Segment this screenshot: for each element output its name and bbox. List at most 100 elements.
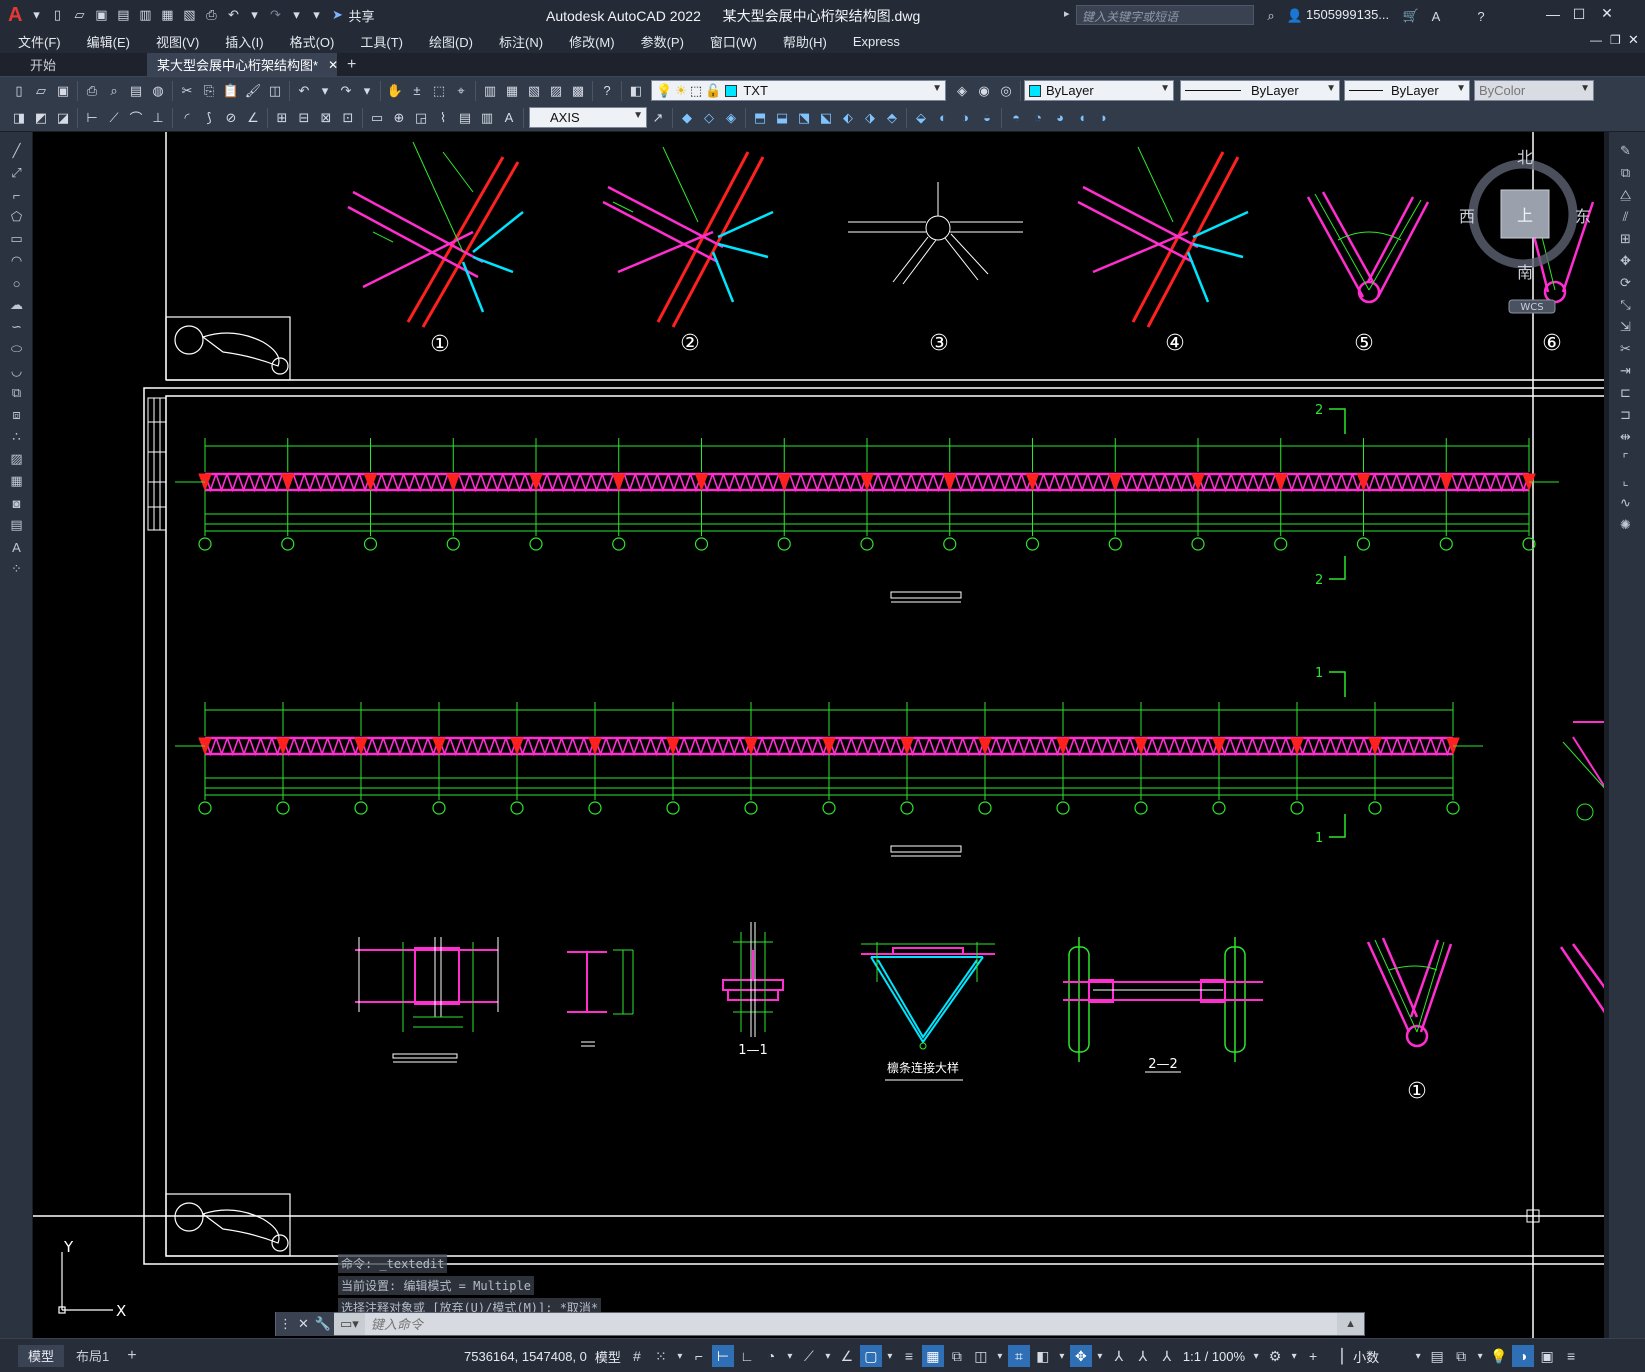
workspace-gear-icon[interactable]: ⚙ — [1264, 1345, 1286, 1367]
annotation-visibility-icon[interactable]: ⅄ — [1108, 1345, 1130, 1367]
help-icon[interactable]: ? — [1471, 6, 1491, 26]
union-icon[interactable]: ⬗ — [860, 108, 880, 128]
viewcube[interactable] — [1468, 159, 1578, 314]
user-name[interactable]: 1505999135... — [1306, 7, 1389, 22]
dim-style-icon[interactable]: ◨ — [9, 108, 29, 128]
slice-icon[interactable]: ◐ — [933, 108, 953, 128]
3d-osnap-chevron-icon[interactable]: ▾ — [994, 1345, 1006, 1367]
autocad-logo-icon[interactable]: A — [8, 4, 22, 27]
matchprop-icon[interactable]: 🖌 — [243, 81, 263, 101]
command-line-customize-icon[interactable]: 🔧 — [315, 1316, 331, 1332]
dim-arc-icon[interactable]: ⌒ — [126, 108, 146, 128]
isodraft-icon[interactable]: ⟋ — [798, 1345, 820, 1367]
paste-icon[interactable]: 📋 — [221, 81, 241, 101]
new-file-icon[interactable]: ▯ — [47, 5, 67, 25]
dim-continue-icon[interactable]: ⊠ — [316, 108, 336, 128]
minimize-icon[interactable]: — — [1540, 6, 1566, 22]
dim-ordinate-icon[interactable]: ⊥ — [148, 108, 168, 128]
object-snap-tracking-icon[interactable]: ∠ — [836, 1345, 858, 1367]
clean-screen-icon[interactable]: ▣ — [1536, 1345, 1558, 1367]
redo-tb-chevron-icon[interactable]: ▾ — [358, 81, 376, 101]
camera-icon[interactable]: ◖ — [1072, 108, 1092, 128]
loft-icon[interactable]: ⬖ — [838, 108, 858, 128]
new-layout-plus-icon[interactable]: + — [121, 1347, 142, 1365]
make-current-icon[interactable]: ◈ — [952, 81, 972, 101]
lineweight-dropdown[interactable]: ByLayer ▼ — [1344, 80, 1470, 101]
snap-chevron-icon[interactable]: ▾ — [674, 1345, 686, 1367]
pan-icon[interactable]: ✋ — [385, 81, 405, 101]
jog-line-icon[interactable]: ⌇ — [433, 108, 453, 128]
dim-radius-icon[interactable]: ◜ — [177, 108, 197, 128]
undo-tb-icon[interactable]: ↶ — [294, 81, 314, 101]
stretch-icon[interactable]: ⇲ — [1609, 316, 1642, 338]
selection-filter-icon[interactable]: ◧ — [1032, 1345, 1054, 1367]
box-icon[interactable]: ◆ — [677, 108, 697, 128]
zoom-realtime-icon[interactable]: ± — [407, 81, 427, 101]
graphics-performance-icon[interactable]: ◑ — [1512, 1345, 1535, 1367]
snap-icon[interactable]: ⁙ — [650, 1345, 672, 1367]
dim-update-icon[interactable]: ◩ — [31, 108, 51, 128]
dim-style-manager-icon[interactable]: ↗ — [648, 108, 668, 128]
app-menu-chevron-icon[interactable]: ▾ — [27, 5, 45, 25]
annotation-scale-readout[interactable]: 1:1 / 100% — [1179, 1349, 1249, 1364]
plot-icon[interactable]: ⎙ — [82, 81, 102, 101]
menu-format[interactable]: 格式(O) — [277, 32, 348, 51]
workspace-chevron-icon[interactable]: ▾ — [1288, 1345, 1300, 1367]
trim-icon[interactable]: ✂ — [1609, 338, 1642, 360]
gradient-icon[interactable]: ▦ — [0, 470, 33, 492]
extrude-icon[interactable]: ⬒ — [750, 108, 770, 128]
preview-icon[interactable]: ⌕ — [104, 81, 124, 101]
annotation-monitor-plus-icon[interactable]: + — [1302, 1345, 1324, 1367]
calculator-icon[interactable]: ▩ — [568, 81, 588, 101]
menu-draw[interactable]: 绘图(D) — [416, 32, 486, 51]
sheet-set-icon[interactable]: ▨ — [546, 81, 566, 101]
walk-icon[interactable]: ◔ — [1028, 108, 1048, 128]
polyline-icon[interactable]: ⌐ — [0, 184, 33, 206]
circle-icon[interactable]: ○ — [0, 272, 33, 294]
user-icon[interactable]: 👤 — [1285, 6, 1305, 26]
auto-scale-icon[interactable]: ⅄ — [1132, 1345, 1154, 1367]
open-file-icon[interactable]: ▱ — [69, 5, 89, 25]
isolate-objects-icon[interactable]: 💡 — [1488, 1345, 1510, 1367]
move-icon[interactable]: ✥ — [1609, 250, 1642, 272]
units-separator-icon[interactable]: ▕ — [1326, 1345, 1348, 1367]
interfere-icon[interactable]: ◒ — [977, 108, 997, 128]
join-icon[interactable]: ⇹ — [1609, 426, 1642, 448]
3dprint-icon[interactable]: ◍ — [148, 81, 168, 101]
search-input[interactable]: 键入关键字或短语 — [1076, 5, 1254, 25]
rectangle-icon[interactable]: ▭ — [0, 228, 33, 250]
units-chevron-icon[interactable]: ▾ — [1412, 1345, 1424, 1367]
linetype-dropdown[interactable]: ByLayer ▼ — [1180, 80, 1340, 101]
block-editor-icon[interactable]: ◫ — [265, 81, 285, 101]
explode-icon[interactable]: ✺ — [1609, 514, 1642, 536]
lock-ui-chevron-icon[interactable]: ▾ — [1474, 1345, 1486, 1367]
drawing-canvas[interactable]: ① ② ③ ④ ⑤ ⑥ 2 2 1 1 1—1 2—2 檩条连接大样 ① Y X… — [33, 132, 1608, 1338]
viewcube-east[interactable]: 东 — [1575, 207, 1591, 226]
annotation-scale-icon[interactable]: ⅄ — [1156, 1345, 1178, 1367]
dynamic-ucs-icon[interactable]: ⌗ — [1007, 1345, 1030, 1367]
layer-dropdown[interactable]: 💡 ☀ ⬚ 🔓 TXT ▼ — [651, 80, 946, 101]
dim-aligned-icon[interactable]: ⟋ — [104, 108, 124, 128]
point-icon[interactable]: ∴ — [0, 426, 33, 448]
redo-icon[interactable]: ↷ — [265, 5, 285, 25]
lineweight-toggle-icon[interactable]: ≡ — [898, 1345, 920, 1367]
menu-help[interactable]: 帮助(H) — [770, 32, 840, 51]
customize-chevron-icon[interactable]: ▾ — [307, 5, 325, 25]
chamfer-icon[interactable]: ⌜ — [1609, 448, 1642, 470]
undo-icon[interactable]: ↶ — [223, 5, 243, 25]
export-icon[interactable]: ▧ — [179, 5, 199, 25]
menu-file[interactable]: 文件(F) — [0, 32, 74, 51]
scale-icon[interactable]: ⤡ — [1609, 294, 1642, 316]
tab-drawing[interactable]: 某大型会展中心桁架结构图* ✕ — [147, 53, 338, 76]
plotstyle-dropdown[interactable]: ByColor ▼ — [1474, 80, 1594, 101]
help-tb-icon[interactable]: ? — [597, 81, 617, 101]
revolve-icon[interactable]: ⬕ — [816, 108, 836, 128]
redo-chevron-icon[interactable]: ▾ — [287, 5, 305, 25]
section-plane-icon[interactable]: ◓ — [1006, 108, 1026, 128]
viewcube-wcs[interactable]: WCS — [1520, 302, 1543, 313]
search-icon[interactable]: ⌕ — [1261, 6, 1281, 26]
insert-block-icon[interactable]: ⧉ — [0, 382, 33, 404]
share-icon[interactable]: ➤ — [327, 5, 347, 25]
design-center-icon[interactable]: ▦ — [502, 81, 522, 101]
render-icon[interactable]: ◗ — [1094, 108, 1114, 128]
